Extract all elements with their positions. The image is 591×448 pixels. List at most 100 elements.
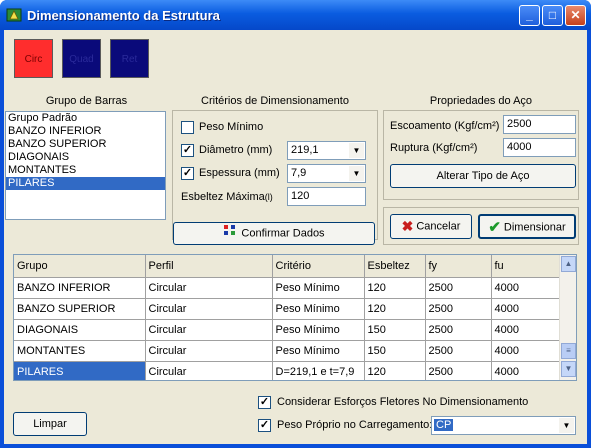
header-perfil[interactable]: Perfil [145, 255, 273, 278]
check-icon: ✓ [259, 419, 270, 431]
table-row[interactable]: BANZO INFERIOR Circular Peso Mínimo 120 … [14, 277, 562, 299]
peso-proprio-checkbox[interactable]: ✓ [258, 419, 271, 432]
cell-perfil[interactable]: Circular [145, 340, 273, 362]
carregamento-value: CP [434, 419, 454, 431]
cell-perfil[interactable]: Circular [145, 298, 273, 320]
cell-criterio[interactable]: Peso Mínimo [272, 340, 365, 362]
considerar-esforcos-label: Considerar Esforços Fletores No Dimensio… [277, 396, 529, 408]
grid-vertical-scrollbar[interactable]: ▲ ≡ ▼ [559, 255, 576, 380]
list-item[interactable]: MONTANTES [6, 164, 165, 177]
cell-fu[interactable]: 4000 [491, 319, 562, 341]
espessura-checkbox[interactable]: ✓ [181, 167, 194, 180]
scroll-thumb[interactable]: ≡ [561, 343, 576, 359]
cell-esbeltez[interactable]: 120 [364, 361, 426, 380]
check-icon: ✓ [182, 144, 193, 156]
results-table: Grupo Perfil Critério Esbeltez fy fu BAN… [14, 255, 562, 380]
minimize-button[interactable]: _ [519, 5, 540, 26]
cell-perfil[interactable]: Circular [145, 277, 273, 299]
esbeltez-label: Esbeltez Máxima(l) [181, 191, 273, 203]
diametro-select[interactable]: 219,1 ▼ [287, 141, 366, 160]
cell-grupo[interactable]: BANZO INFERIOR [14, 277, 146, 299]
cell-fu[interactable]: 4000 [491, 277, 562, 299]
circ-color-button[interactable]: Circ [14, 39, 53, 78]
close-button[interactable]: ✕ [565, 5, 586, 26]
chevron-down-icon[interactable]: ▼ [349, 166, 364, 181]
quad-color-button[interactable]: Quad [62, 39, 101, 78]
cell-perfil[interactable]: Circular [145, 361, 273, 380]
list-item[interactable]: BANZO SUPERIOR [6, 138, 165, 151]
considerar-esforcos-checkbox[interactable]: ✓ [258, 396, 271, 409]
cell-esbeltez[interactable]: 120 [364, 298, 426, 320]
header-fu[interactable]: fu [491, 255, 562, 278]
cell-fy[interactable]: 2500 [425, 277, 492, 299]
espessura-value: 7,9 [291, 167, 307, 179]
alterar-tipo-aco-button[interactable]: Alterar Tipo de Aço [390, 164, 576, 188]
diametro-label: Diâmetro (mm) [199, 144, 273, 156]
cell-fu[interactable]: 4000 [491, 298, 562, 320]
minimize-icon: _ [526, 8, 533, 22]
list-item[interactable]: Grupo Padrão [6, 112, 165, 125]
cell-fy[interactable]: 2500 [425, 340, 492, 362]
escoamento-input[interactable]: 2500 [503, 115, 576, 134]
list-item[interactable]: BANZO INFERIOR [6, 125, 165, 138]
checkmark-icon: ✔ [488, 219, 501, 236]
peso-minimo-checkbox[interactable] [181, 121, 194, 134]
cell-grupo[interactable]: DIAGONAIS [14, 319, 146, 341]
header-fy[interactable]: fy [425, 255, 492, 278]
cell-criterio[interactable]: D=219,1 e t=7,9 [272, 361, 365, 380]
cell-grupo[interactable]: MONTANTES [14, 340, 146, 362]
title-bar[interactable]: Dimensionamento da Estrutura _ □ ✕ [0, 0, 591, 30]
table-row[interactable]: DIAGONAIS Circular Peso Mínimo 150 2500 … [14, 319, 562, 341]
ret-color-button[interactable]: Ret [110, 39, 149, 78]
espessura-select[interactable]: 7,9 ▼ [287, 164, 366, 183]
chevron-down-icon[interactable]: ▼ [349, 143, 364, 158]
cell-grupo[interactable]: BANZO SUPERIOR [14, 298, 146, 320]
scroll-up-icon[interactable]: ▲ [561, 256, 576, 272]
header-criterio[interactable]: Critério [272, 255, 365, 278]
cell-perfil[interactable]: Circular [145, 319, 273, 341]
cell-esbeltez[interactable]: 150 [364, 340, 426, 362]
dimensionar-button[interactable]: ✔ Dimensionar [478, 214, 576, 239]
dialog-body: Circ Quad Ret Grupo de Barras Grupo Padr… [4, 30, 587, 444]
ruptura-input[interactable]: 4000 [503, 138, 576, 157]
results-grid[interactable]: Grupo Perfil Critério Esbeltez fy fu BAN… [13, 254, 577, 381]
grupo-barras-list[interactable]: Grupo Padrão BANZO INFERIOR BANZO SUPERI… [5, 111, 166, 220]
cell-fy[interactable]: 2500 [425, 361, 492, 380]
cell-fy[interactable]: 2500 [425, 319, 492, 341]
cell-criterio[interactable]: Peso Mínimo [272, 298, 365, 320]
list-item[interactable]: DIAGONAIS [6, 151, 165, 164]
table-row[interactable]: MONTANTES Circular Peso Mínimo 150 2500 … [14, 340, 562, 362]
confirmar-dados-button[interactable]: Confirmar Dados [173, 222, 375, 245]
escoamento-label: Escoamento (Kgf/cm²) [390, 120, 500, 132]
scroll-down-icon[interactable]: ▼ [561, 361, 576, 377]
table-row[interactable]: PILARES Circular D=219,1 e t=7,9 120 250… [14, 361, 562, 380]
chevron-down-icon[interactable]: ▼ [559, 418, 574, 433]
list-item-selected[interactable]: PILARES [6, 177, 165, 190]
cell-criterio[interactable]: Peso Mínimo [272, 277, 365, 299]
table-header-row: Grupo Perfil Critério Esbeltez fy fu [14, 255, 562, 278]
esbeltez-input[interactable]: 120 [287, 187, 366, 206]
diametro-checkbox[interactable]: ✓ [181, 144, 194, 157]
cell-criterio[interactable]: Peso Mínimo [272, 319, 365, 341]
header-esbeltez[interactable]: Esbeltez [364, 255, 426, 278]
cell-grupo-selected[interactable]: PILARES [14, 361, 146, 380]
maximize-button[interactable]: □ [542, 5, 563, 26]
header-grupo[interactable]: Grupo [14, 255, 146, 278]
cell-fy[interactable]: 2500 [425, 298, 492, 320]
limpar-button[interactable]: Limpar [13, 412, 87, 436]
cancelar-button[interactable]: ✖ Cancelar [390, 214, 472, 239]
cell-esbeltez[interactable]: 120 [364, 277, 426, 299]
ruptura-label: Ruptura (Kgf/cm²) [390, 142, 478, 154]
confirmar-dados-label: Confirmar Dados [241, 227, 325, 240]
cell-fu[interactable]: 4000 [491, 340, 562, 362]
table-row[interactable]: BANZO SUPERIOR Circular Peso Mínimo 120 … [14, 298, 562, 320]
window-title: Dimensionamento da Estrutura [27, 8, 220, 23]
close-icon: ✕ [570, 8, 581, 22]
cancelar-label: Cancelar [416, 220, 461, 233]
carregamento-select[interactable]: CP ▼ [431, 416, 576, 435]
cell-esbeltez[interactable]: 150 [364, 319, 426, 341]
app-window: Dimensionamento da Estrutura _ □ ✕ Circ … [0, 0, 591, 448]
criterios-title: Critérios de Dimensionamento [201, 95, 349, 107]
cell-fu[interactable]: 4000 [491, 361, 562, 380]
maximize-icon: □ [548, 8, 557, 22]
